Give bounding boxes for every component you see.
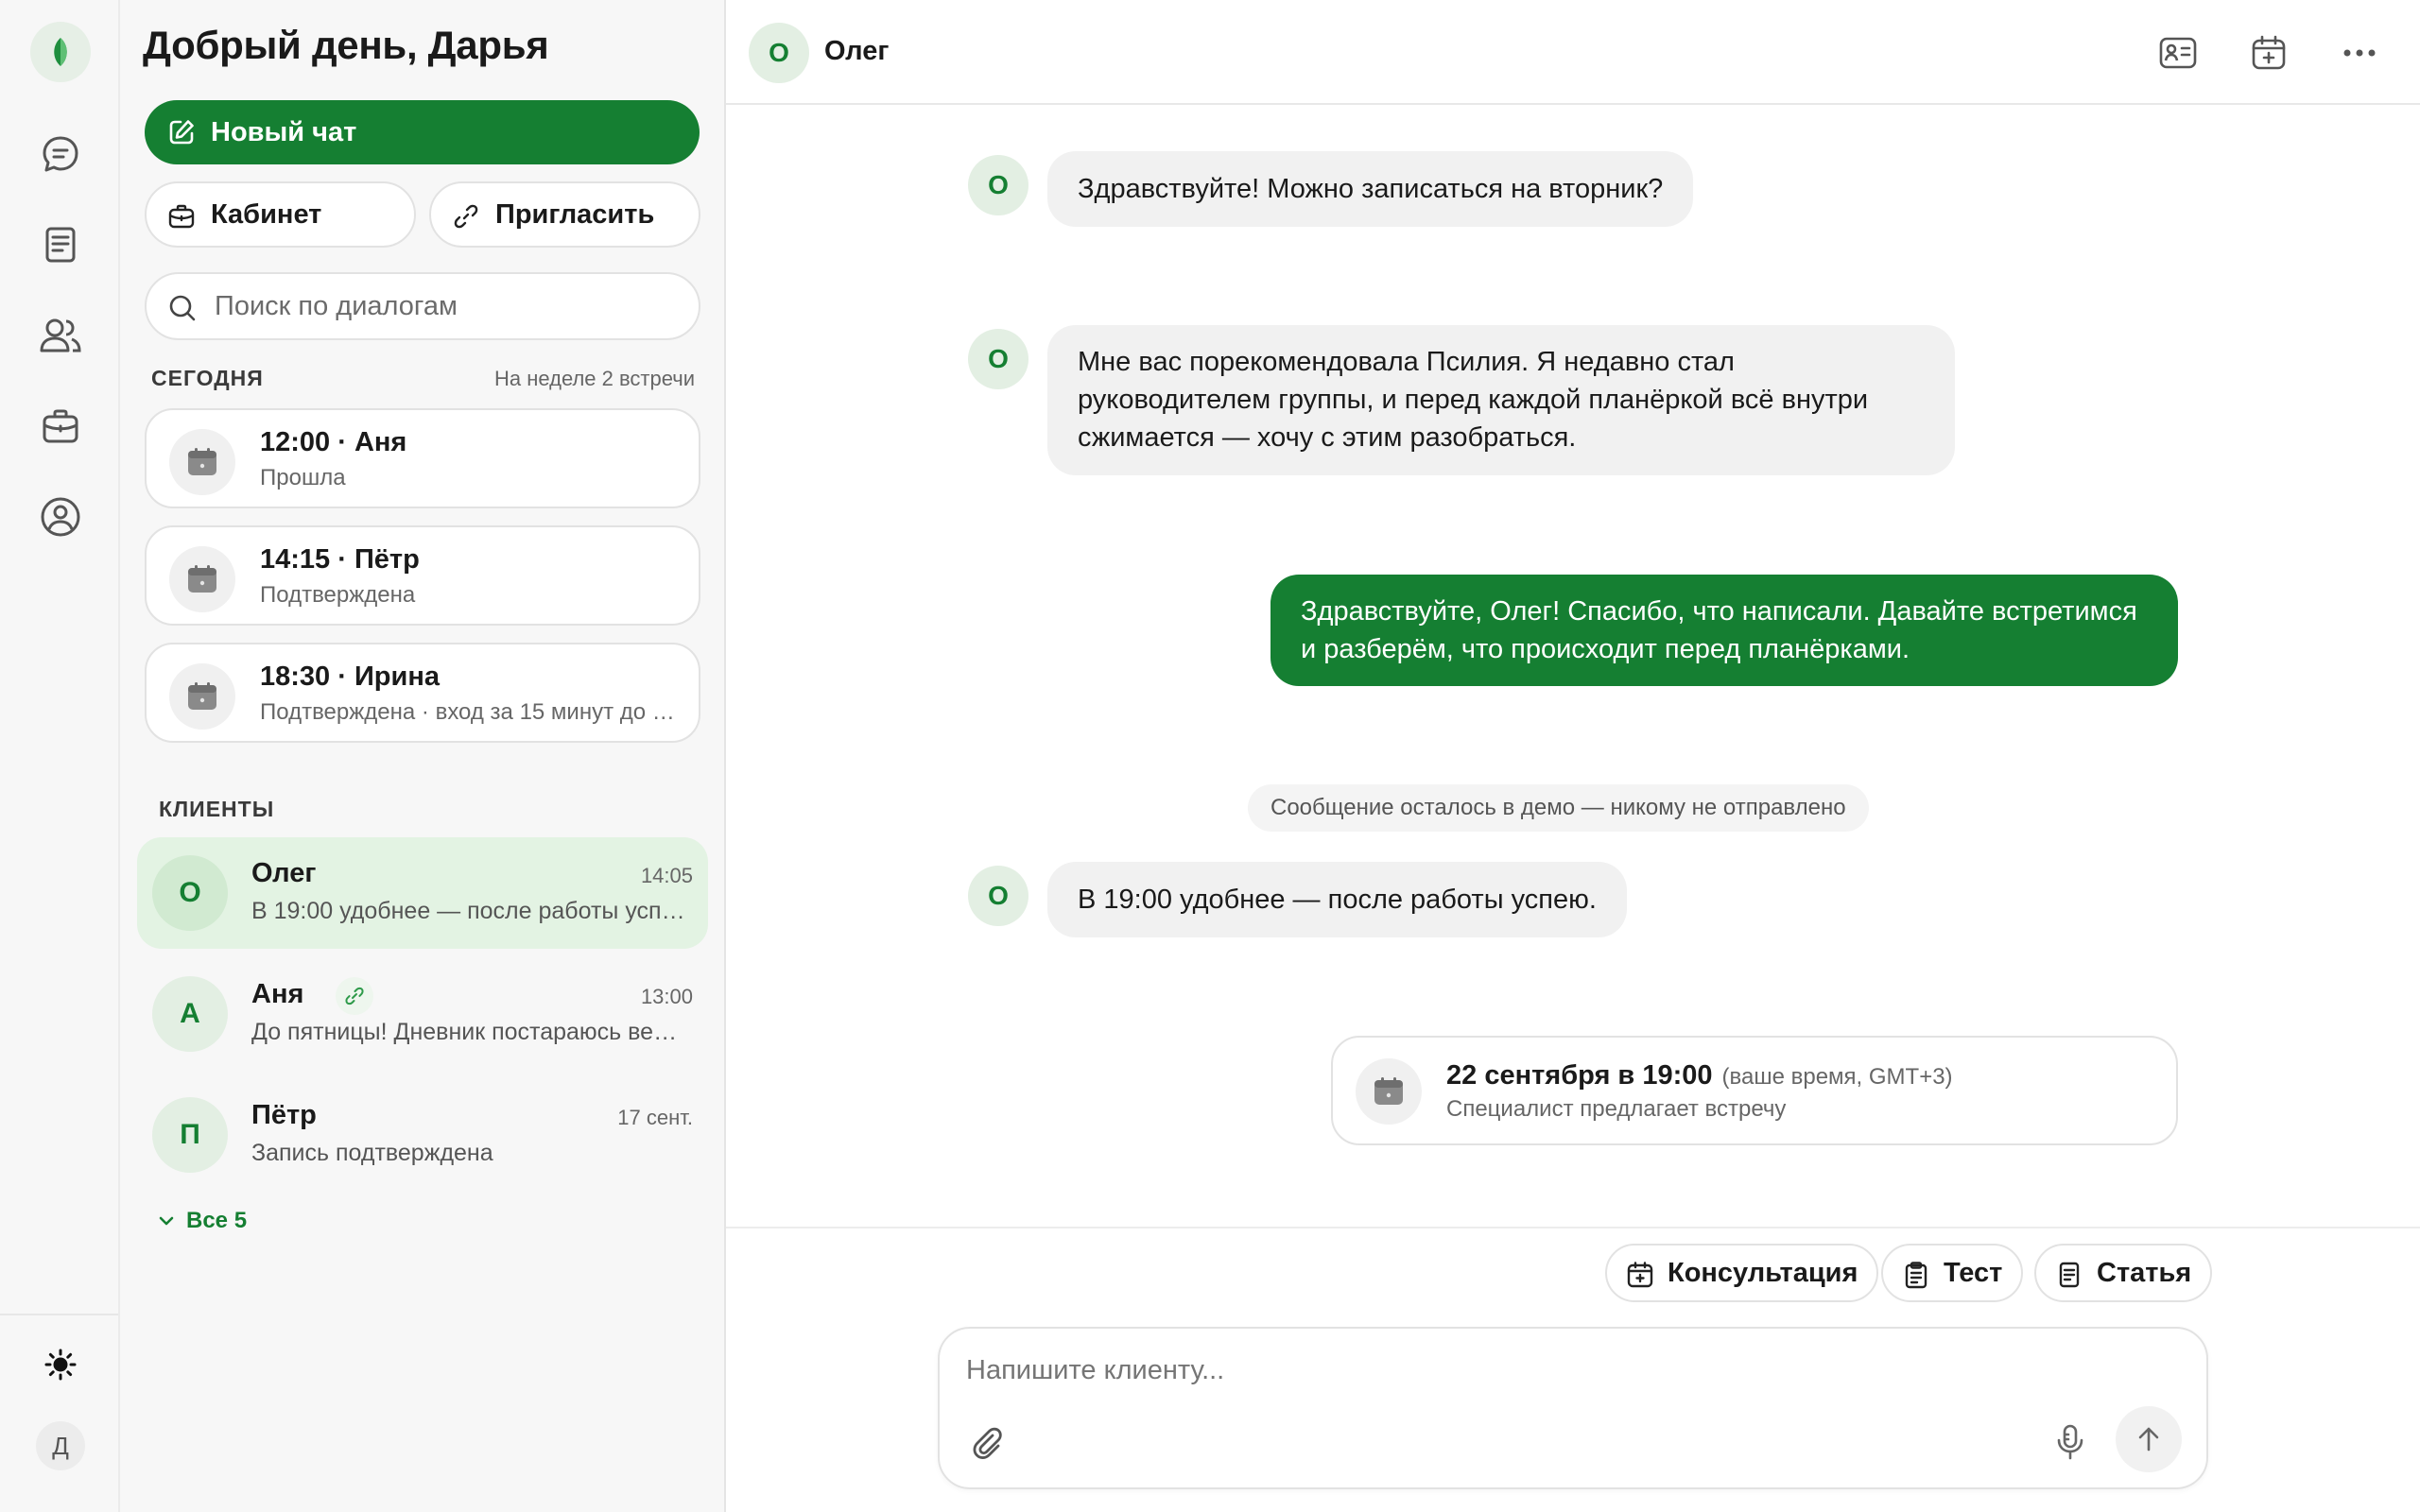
client-preview: Запись подтверждена — [251, 1140, 493, 1166]
appointment-title: 18:30 · Ирина — [260, 662, 440, 692]
client-name: Аня — [251, 979, 304, 1009]
notebook-icon[interactable] — [32, 216, 89, 273]
show-all-label: Все 5 — [186, 1208, 248, 1233]
meeting-date-text: 22 сентября в 19:00 — [1446, 1060, 1713, 1091]
appointment-card[interactable]: 14:15 · Пётр Подтверждена — [145, 525, 700, 626]
composer-divider — [726, 1227, 2420, 1228]
link-icon — [336, 977, 373, 1015]
cabinet-button[interactable]: Кабинет — [145, 181, 416, 248]
paperclip-icon[interactable] — [968, 1423, 1006, 1466]
avatar: О — [152, 855, 228, 931]
message-composer — [938, 1327, 2208, 1489]
cabinet-label: Кабинет — [211, 198, 322, 230]
contact-card-icon[interactable] — [2153, 28, 2203, 77]
calendar-icon — [169, 429, 235, 495]
demo-notice: Сообщение осталось в демо — никому не от… — [1248, 784, 1869, 832]
client-name: Пётр — [251, 1100, 317, 1130]
chat-bubble-icon[interactable] — [32, 126, 89, 182]
calendar-icon — [169, 663, 235, 730]
client-name: Олег — [251, 858, 317, 888]
app-rail: Д — [0, 0, 120, 1512]
appointment-title: 14:15 · Пётр — [260, 544, 420, 575]
new-chat-label: Новый чат — [211, 116, 357, 147]
arrow-up-icon — [2138, 1427, 2159, 1452]
greeting-title: Добрый день, Дарья — [143, 23, 549, 67]
test-chip[interactable]: Тест — [1881, 1244, 2024, 1302]
week-note: На неделе 2 встречи — [493, 367, 695, 390]
search-icon — [169, 295, 196, 321]
appointment-status: Подтверждена · вход за 15 минут до начал… — [260, 699, 676, 725]
today-section-label: СЕГОДНЯ — [151, 366, 264, 390]
invite-button[interactable]: Пригласить — [429, 181, 700, 248]
appointment-status: Прошла — [260, 465, 346, 490]
test-label: Тест — [1944, 1257, 2003, 1288]
new-chat-button[interactable]: Новый чат — [145, 100, 700, 164]
meeting-date: 22 сентября в 19:00 (ваше время, GMT+3) — [1446, 1060, 1953, 1091]
clipboard-icon — [1905, 1262, 1927, 1289]
message-input[interactable] — [966, 1355, 2100, 1386]
avatar: О — [968, 329, 1028, 389]
microphone-icon[interactable] — [2053, 1423, 2087, 1466]
edit-icon — [169, 120, 194, 145]
search-input[interactable]: Поиск по диалогам — [145, 272, 700, 340]
chat-header: О Олег — [726, 0, 2420, 105]
leaf-logo-icon[interactable] — [30, 22, 91, 82]
consultation-label: Консультация — [1668, 1257, 1858, 1288]
calendar-icon — [1627, 1262, 1653, 1288]
message-outgoing: Здравствуйте, Олег! Спасибо, что написал… — [1270, 575, 2178, 686]
consultation-chip[interactable]: Консультация — [1605, 1244, 1879, 1302]
client-preview: До пятницы! Дневник постараюсь вести. — [251, 1019, 686, 1045]
appointment-card[interactable]: 18:30 · Ирина Подтверждена · вход за 15 … — [145, 643, 700, 743]
article-label: Статья — [2097, 1257, 2192, 1288]
client-item-oleg[interactable]: О Олег 14:05 В 19:00 удобнее — после раб… — [137, 837, 708, 949]
client-time: 13:00 — [640, 985, 693, 1008]
avatar: О — [968, 866, 1028, 926]
send-button[interactable] — [2116, 1406, 2182, 1472]
avatar[interactable]: О — [749, 23, 809, 83]
message-incoming: Мне вас порекомендовала Псилия. Я недавн… — [1047, 325, 1955, 475]
users-icon[interactable] — [32, 307, 89, 364]
link-icon — [454, 204, 478, 229]
clients-section-label: КЛИЕНТЫ — [159, 797, 275, 821]
user-avatar[interactable]: Д — [36, 1421, 85, 1470]
invite-label: Пригласить — [495, 198, 655, 230]
message-incoming: В 19:00 удобнее — после работы успею. — [1047, 862, 1627, 937]
meeting-proposal-card[interactable]: 22 сентября в 19:00 (ваше время, GMT+3) С… — [1331, 1036, 2178, 1145]
briefcase-icon[interactable] — [32, 398, 89, 455]
sidebar: Добрый день, Дарья Новый чат Кабинет При… — [120, 0, 726, 1512]
sun-icon[interactable] — [32, 1336, 89, 1393]
client-preview: В 19:00 удобнее — после работы успею. — [251, 898, 686, 924]
appointment-title: 12:00 · Аня — [260, 427, 407, 457]
calendar-icon — [1356, 1058, 1422, 1125]
calendar-add-icon[interactable] — [2244, 28, 2293, 77]
client-time: 14:05 — [640, 864, 693, 887]
avatar: О — [968, 155, 1028, 215]
rail-divider — [0, 1314, 118, 1315]
document-icon — [2059, 1262, 2080, 1288]
client-item-anya[interactable]: А Аня 13:00 До пятницы! Дневник постараю… — [137, 958, 708, 1070]
briefcase-icon — [168, 204, 195, 229]
chevron-down-icon — [159, 1216, 174, 1226]
search-placeholder: Поиск по диалогам — [215, 290, 458, 321]
appointment-card[interactable]: 12:00 · Аня Прошла — [145, 408, 700, 508]
meeting-subtitle: Специалист предлагает встречу — [1446, 1096, 1787, 1122]
article-chip[interactable]: Статья — [2034, 1244, 2213, 1302]
show-all-clients-button[interactable]: Все 5 — [156, 1208, 247, 1234]
chat-panel: О Олег О Здравствуйте! Можно записаться … — [726, 0, 2420, 1512]
avatar: П — [152, 1097, 228, 1173]
message-incoming: Здравствуйте! Можно записаться на вторни… — [1047, 151, 1694, 227]
meeting-timezone: (ваше время, GMT+3) — [1721, 1064, 1953, 1090]
avatar: А — [152, 976, 228, 1052]
client-time: 17 сент. — [617, 1106, 693, 1129]
more-options-icon[interactable] — [2335, 28, 2384, 77]
chat-contact-name[interactable]: Олег — [824, 36, 889, 67]
profile-circle-icon[interactable] — [32, 489, 89, 545]
calendar-icon — [169, 546, 235, 612]
client-item-petr[interactable]: П Пётр 17 сент. Запись подтверждена — [137, 1079, 708, 1191]
appointment-status: Подтверждена — [260, 582, 416, 608]
